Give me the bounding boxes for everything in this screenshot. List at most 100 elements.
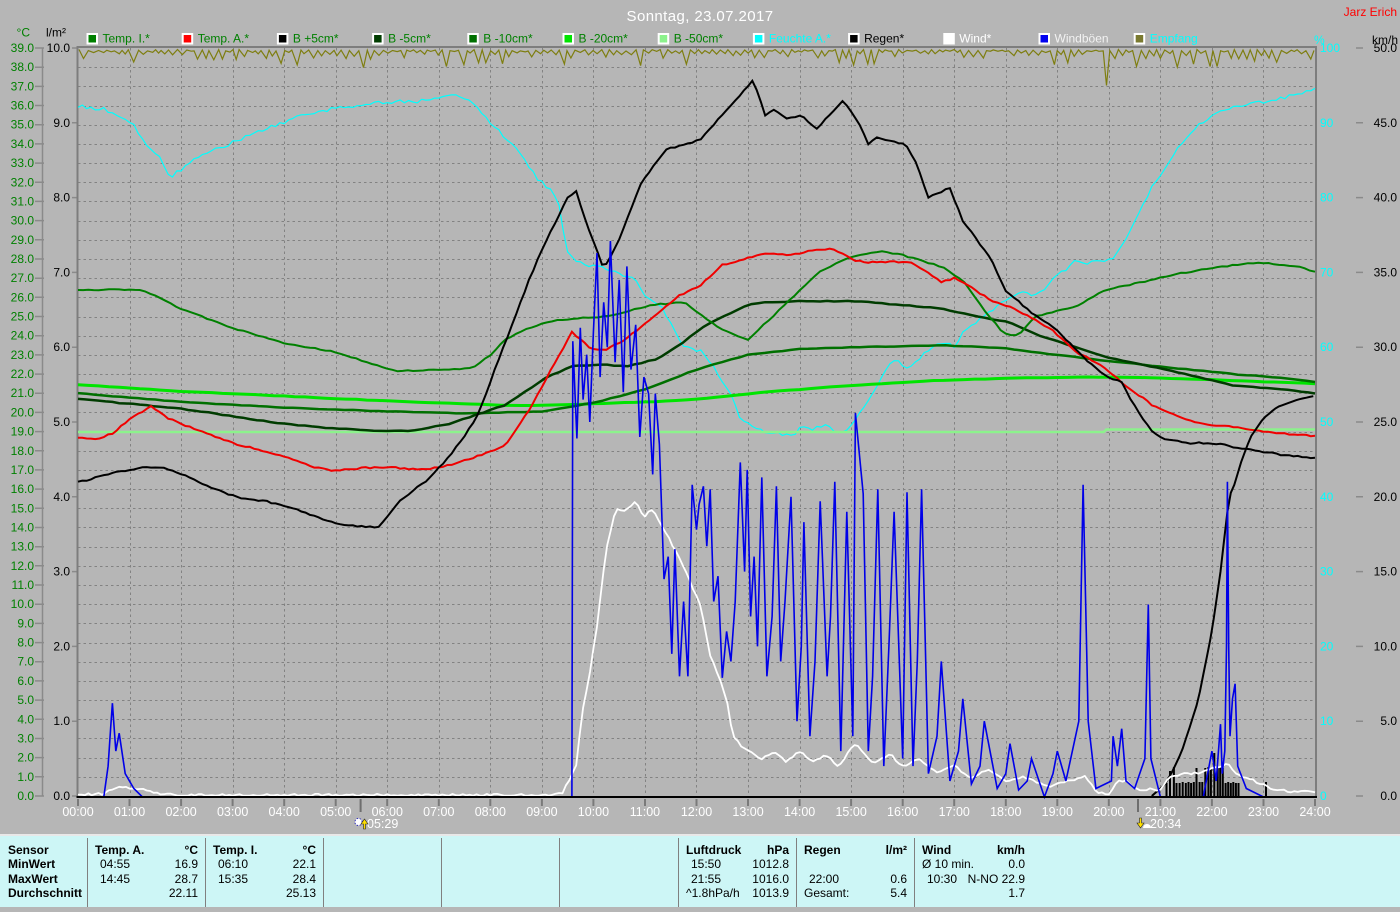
svg-text:13.0: 13.0 [11, 540, 35, 554]
svg-text:2.0: 2.0 [53, 639, 70, 653]
svg-text:Sensor: Sensor [8, 843, 49, 857]
svg-text:12:00: 12:00 [681, 805, 712, 819]
svg-text:21.0: 21.0 [11, 386, 35, 400]
svg-text:32.0: 32.0 [11, 175, 35, 189]
svg-text:22.0: 22.0 [11, 367, 35, 381]
svg-text:5.0: 5.0 [17, 693, 34, 707]
svg-text:19.0: 19.0 [11, 425, 35, 439]
svg-text:30: 30 [1320, 565, 1334, 579]
svg-text:3.0: 3.0 [17, 731, 34, 745]
svg-text:22:00: 22:00 [809, 872, 839, 886]
svg-text:Windböen: Windböen [1055, 32, 1109, 46]
svg-text:60: 60 [1320, 340, 1334, 354]
svg-text:1.0: 1.0 [17, 770, 34, 784]
svg-text:Wind: Wind [922, 843, 951, 857]
svg-text:04:00: 04:00 [269, 805, 300, 819]
svg-text:6.0: 6.0 [53, 340, 70, 354]
svg-text:10.0: 10.0 [47, 41, 71, 55]
svg-text:16.9: 16.9 [175, 857, 199, 871]
svg-text:Sonntag, 23.07.2017: Sonntag, 23.07.2017 [627, 8, 774, 25]
svg-text:37.0: 37.0 [11, 79, 35, 93]
svg-text:B -50cm*: B -50cm* [674, 32, 724, 46]
svg-text:B -5cm*: B -5cm* [388, 32, 431, 46]
svg-text:15.0: 15.0 [1374, 565, 1398, 579]
svg-text:10:30: 10:30 [927, 872, 957, 886]
svg-text:33.0: 33.0 [11, 156, 35, 170]
svg-text:1.0: 1.0 [53, 714, 70, 728]
svg-text:03:00: 03:00 [217, 805, 248, 819]
svg-text:8.0: 8.0 [17, 636, 34, 650]
svg-text:11:00: 11:00 [630, 805, 660, 819]
svg-text:10.0: 10.0 [1374, 639, 1398, 653]
svg-text:28.7: 28.7 [175, 872, 199, 886]
svg-text:20:34: 20:34 [1150, 817, 1181, 831]
svg-text:08:00: 08:00 [475, 805, 506, 819]
svg-text:01:00: 01:00 [114, 805, 145, 819]
svg-text:28.0: 28.0 [11, 252, 35, 266]
svg-text:0: 0 [1320, 789, 1327, 803]
svg-text:09:00: 09:00 [526, 805, 557, 819]
svg-text:hPa: hPa [767, 843, 789, 857]
svg-text:Feuchte A.*: Feuchte A.* [769, 32, 831, 46]
svg-text:l/m²: l/m² [886, 843, 907, 857]
svg-text:06:10: 06:10 [218, 857, 248, 871]
svg-text:15:50: 15:50 [691, 857, 721, 871]
svg-text:05:29: 05:29 [367, 817, 398, 831]
svg-text:°C: °C [17, 26, 31, 40]
svg-text:5.0: 5.0 [1380, 714, 1397, 728]
svg-text:14:45: 14:45 [100, 872, 130, 886]
svg-text:14.0: 14.0 [11, 520, 35, 534]
svg-text:Jarz Erich: Jarz Erich [1344, 5, 1397, 19]
svg-text:5.4: 5.4 [890, 886, 907, 900]
svg-text:9.0: 9.0 [17, 616, 34, 630]
svg-text:N-NO 22.9: N-NO 22.9 [968, 872, 1026, 886]
svg-text:9.0: 9.0 [53, 116, 70, 130]
svg-text:0.6: 0.6 [890, 872, 907, 886]
svg-text:^1.8hPa/h: ^1.8hPa/h [686, 886, 740, 900]
svg-text:1016.0: 1016.0 [752, 872, 789, 886]
svg-text:21:55: 21:55 [691, 872, 721, 886]
svg-text:Regen: Regen [804, 843, 841, 857]
svg-text:29.0: 29.0 [11, 233, 35, 247]
svg-text:7.0: 7.0 [17, 655, 34, 669]
svg-text:24.0: 24.0 [11, 329, 35, 343]
svg-text:17.0: 17.0 [11, 463, 35, 477]
svg-text:07:00: 07:00 [423, 805, 454, 819]
svg-text:24:00: 24:00 [1299, 805, 1330, 819]
svg-text:31.0: 31.0 [11, 194, 35, 208]
svg-text:40: 40 [1320, 490, 1334, 504]
svg-text:B -10cm*: B -10cm* [483, 32, 533, 46]
svg-text:16:00: 16:00 [887, 805, 918, 819]
svg-text:13:00: 13:00 [732, 805, 763, 819]
svg-text:Temp. I.*: Temp. I.* [103, 32, 151, 46]
svg-text:1.7: 1.7 [1008, 886, 1025, 900]
svg-text:15:35: 15:35 [218, 872, 248, 886]
svg-text:22.1: 22.1 [293, 857, 317, 871]
svg-text:25.13: 25.13 [286, 886, 316, 900]
svg-text:35.0: 35.0 [1374, 265, 1398, 279]
svg-text:km/h: km/h [997, 843, 1025, 857]
svg-text:7.0: 7.0 [53, 265, 70, 279]
svg-text:Empfang: Empfang [1150, 32, 1198, 46]
svg-text:100: 100 [1320, 41, 1340, 55]
svg-text:00:00: 00:00 [62, 805, 93, 819]
svg-text:11.0: 11.0 [12, 578, 35, 592]
svg-text:4.0: 4.0 [17, 712, 34, 726]
svg-text:19:00: 19:00 [1042, 805, 1073, 819]
svg-text:MaxWert: MaxWert [8, 872, 58, 886]
svg-text:40.0: 40.0 [1374, 191, 1398, 205]
svg-text:Gesamt:: Gesamt: [804, 886, 849, 900]
svg-text:10.0: 10.0 [11, 597, 35, 611]
svg-text:30.0: 30.0 [11, 214, 35, 228]
svg-text:0.0: 0.0 [1380, 789, 1397, 803]
svg-text:°C: °C [303, 843, 317, 857]
svg-text:02:00: 02:00 [165, 805, 196, 819]
svg-text:16.0: 16.0 [11, 482, 35, 496]
svg-text:90: 90 [1320, 116, 1334, 130]
svg-text:34.0: 34.0 [11, 137, 35, 151]
svg-text:04:55: 04:55 [100, 857, 130, 871]
svg-text:12.0: 12.0 [11, 559, 35, 573]
svg-text:Durchschnitt: Durchschnitt [8, 886, 82, 900]
svg-text:Ø 10 min.: Ø 10 min. [922, 857, 974, 871]
svg-text:Regen*: Regen* [864, 32, 904, 46]
